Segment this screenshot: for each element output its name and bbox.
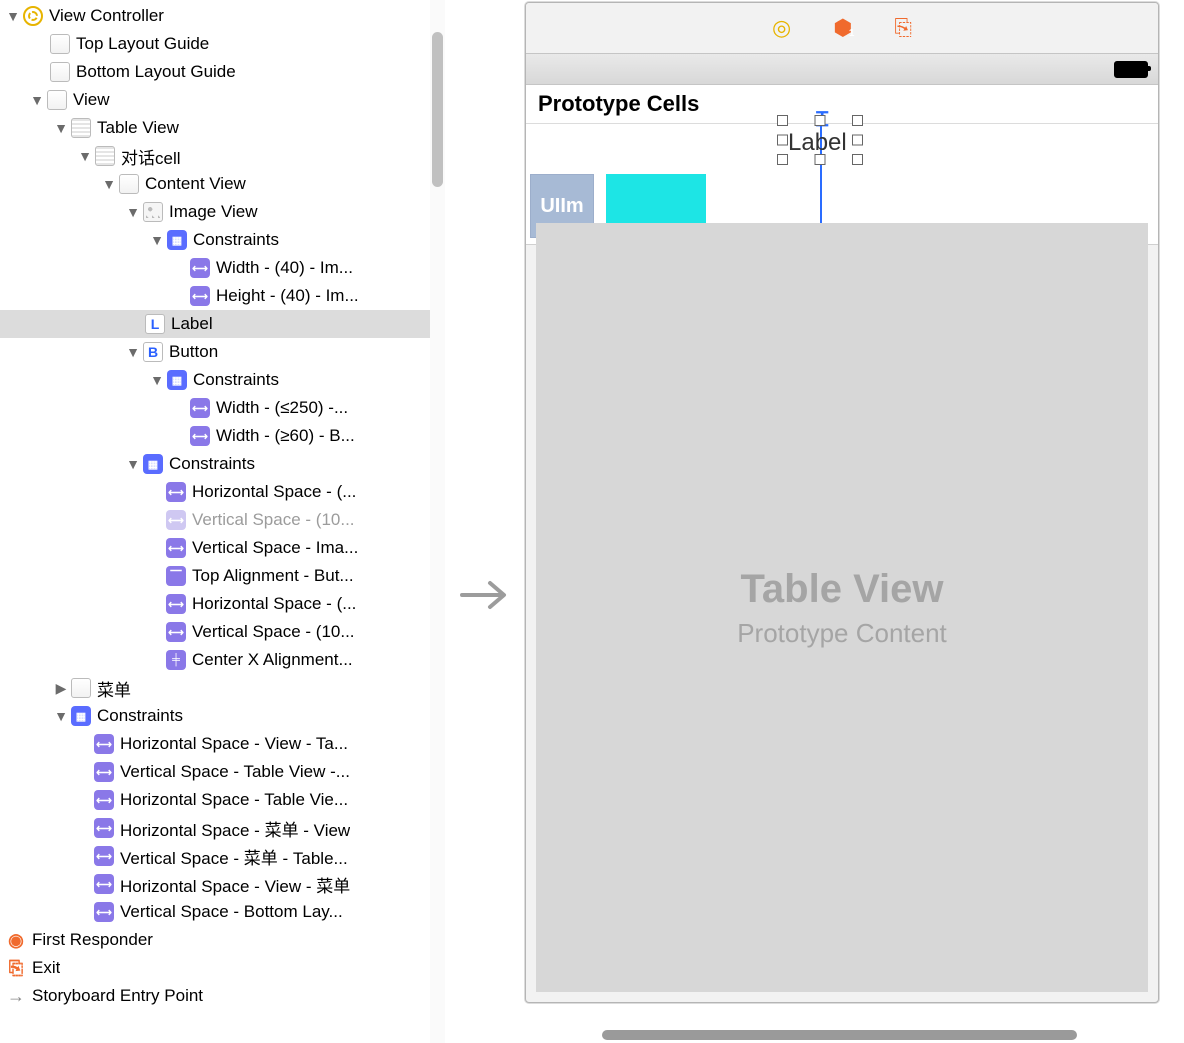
tree-first-responder[interactable]: ◉First Responder xyxy=(0,926,445,954)
tree-content-view[interactable]: ▼Content View xyxy=(0,170,445,198)
tree-cv-vs-dim[interactable]: ⟷Vertical Space - (10... xyxy=(0,506,445,534)
tree-vw-c4[interactable]: ⟷Horizontal Space - 菜单 - View xyxy=(0,814,445,842)
width-constraint-icon: ⟷ xyxy=(190,398,210,418)
cell-icon xyxy=(95,146,115,166)
constraints-icon: ▦ xyxy=(143,454,163,474)
tree-label[interactable]: LLabel xyxy=(0,310,445,338)
canvas-horizontal-scrollbar[interactable] xyxy=(527,1027,1167,1043)
tree-iv-height[interactable]: ⟷Height - (40) - Im... xyxy=(0,282,445,310)
vspace-constraint-icon: ⟷ xyxy=(166,538,186,558)
tree-cv-vs-ima[interactable]: ⟷Vertical Space - Ima... xyxy=(0,534,445,562)
width-constraint-icon: ⟷ xyxy=(190,426,210,446)
entry-arrow-icon: → xyxy=(6,986,26,1006)
tree-view[interactable]: ▼View xyxy=(0,86,445,114)
tree-vw-c1[interactable]: ⟷Horizontal Space - View - Ta... xyxy=(0,730,445,758)
imageview-icon xyxy=(143,202,163,222)
first-responder-dock-icon[interactable]: ⬢1 xyxy=(833,15,852,41)
view-icon xyxy=(71,678,91,698)
scene-view-controller[interactable]: ◎ ⬢1 ⎘ Prototype Cells Ꮖ Label UIIm xyxy=(525,2,1159,1003)
tree-image-view[interactable]: ▼Image View xyxy=(0,198,445,226)
status-bar xyxy=(526,53,1158,85)
view-icon xyxy=(47,90,67,110)
tree-table-view[interactable]: ▼Table View xyxy=(0,114,445,142)
prototype-header: Prototype Cells xyxy=(526,85,1158,124)
layoutguide-icon xyxy=(50,34,70,54)
centerx-constraint-icon: ╪ xyxy=(166,650,186,670)
outline-scrollbar[interactable] xyxy=(430,0,445,1043)
vspace-constraint-dim-icon: ⟷ xyxy=(166,510,186,530)
tree-vw-c2[interactable]: ⟷Vertical Space - Table View -... xyxy=(0,758,445,786)
tree-vw-constraints[interactable]: ▼▦Constraints xyxy=(0,702,445,730)
scene-dock: ◎ ⬢1 ⎘ xyxy=(526,3,1158,53)
tree-vw-c3[interactable]: ⟷Horizontal Space - Table Vie... xyxy=(0,786,445,814)
tableview-icon xyxy=(71,118,91,138)
constraints-icon: ▦ xyxy=(167,230,187,250)
hspace-constraint-icon: ⟷ xyxy=(94,790,114,810)
vspace-constraint-icon: ⟷ xyxy=(166,622,186,642)
tree-bottom-layout-guide[interactable]: Bottom Layout Guide xyxy=(0,58,445,86)
hspace-constraint-icon: ⟷ xyxy=(166,482,186,502)
tree-top-layout-guide[interactable]: Top Layout Guide xyxy=(0,30,445,58)
tree-exit[interactable]: ⎘Exit xyxy=(0,954,445,982)
table-view-placeholder: Table View Prototype Content xyxy=(536,223,1148,992)
tree-iv-constraints[interactable]: ▼▦Constraints xyxy=(0,226,445,254)
canvas-button[interactable] xyxy=(606,174,706,224)
label-icon: L xyxy=(145,314,165,334)
height-constraint-icon: ⟷ xyxy=(190,286,210,306)
tree-cv-constraints[interactable]: ▼▦Constraints xyxy=(0,450,445,478)
tree-cell[interactable]: ▼对话cell xyxy=(0,142,445,170)
document-outline[interactable]: ▼View Controller Top Layout Guide Bottom… xyxy=(0,0,445,1043)
vspace-constraint-icon: ⟷ xyxy=(94,846,114,866)
constraints-icon: ▦ xyxy=(167,370,187,390)
xcode-ib-window: ▼View Controller Top Layout Guide Bottom… xyxy=(0,0,1184,1043)
tree-btn-w1[interactable]: ⟷Width - (≤250) -... xyxy=(0,394,445,422)
tree-view-controller[interactable]: ▼View Controller xyxy=(0,2,445,30)
tree-button[interactable]: ▼BButton xyxy=(0,338,445,366)
tree-vw-c5[interactable]: ⟷Vertical Space - 菜单 - Table... xyxy=(0,842,445,870)
canvas[interactable]: ◎ ⬢1 ⎘ Prototype Cells Ꮖ Label UIIm xyxy=(445,0,1184,1043)
viewcontroller-dock-icon[interactable]: ◎ xyxy=(772,15,791,41)
hspace-constraint-icon: ⟷ xyxy=(94,818,114,838)
tree-vw-c7[interactable]: ⟷Vertical Space - Bottom Lay... xyxy=(0,898,445,926)
button-icon: B xyxy=(143,342,163,362)
tree-menu[interactable]: ▶菜单 xyxy=(0,674,445,702)
width-constraint-icon: ⟷ xyxy=(190,258,210,278)
viewcontroller-icon xyxy=(23,6,43,26)
tree-entry-point[interactable]: →Storyboard Entry Point xyxy=(0,982,445,1010)
tree-cv-vs10[interactable]: ⟷Vertical Space - (10... xyxy=(0,618,445,646)
constraints-icon: ▦ xyxy=(71,706,91,726)
tree-cv-hs2[interactable]: ⟷Horizontal Space - (... xyxy=(0,590,445,618)
align-constraint-icon: ⎺ xyxy=(166,566,186,586)
battery-icon xyxy=(1114,61,1148,78)
tree-vw-c6[interactable]: ⟷Horizontal Space - View - 菜单 xyxy=(0,870,445,898)
tree-iv-width[interactable]: ⟷Width - (40) - Im... xyxy=(0,254,445,282)
hspace-constraint-icon: ⟷ xyxy=(94,874,114,894)
layoutguide-icon xyxy=(50,62,70,82)
canvas-label[interactable]: Label xyxy=(788,129,847,157)
first-responder-icon: ◉ xyxy=(6,930,26,950)
tree-cv-cx[interactable]: ╪Center X Alignment... xyxy=(0,646,445,674)
tree-btn-constraints[interactable]: ▼▦Constraints xyxy=(0,366,445,394)
exit-dock-icon[interactable]: ⎘ xyxy=(894,15,912,41)
hspace-constraint-icon: ⟷ xyxy=(94,734,114,754)
exit-icon: ⎘ xyxy=(6,958,26,978)
vspace-constraint-icon: ⟷ xyxy=(94,902,114,922)
vspace-constraint-icon: ⟷ xyxy=(94,762,114,782)
tree-cv-topalign[interactable]: ⎺Top Alignment - But... xyxy=(0,562,445,590)
hspace-constraint-icon: ⟷ xyxy=(166,594,186,614)
view-icon xyxy=(119,174,139,194)
tv-placeholder-title: Table View xyxy=(740,567,943,612)
tv-placeholder-subtitle: Prototype Content xyxy=(737,618,947,649)
tree-cv-hs1[interactable]: ⟷Horizontal Space - (... xyxy=(0,478,445,506)
tree-btn-w2[interactable]: ⟷Width - (≥60) - B... xyxy=(0,422,445,450)
segue-entry-arrow-icon[interactable] xyxy=(460,575,515,620)
